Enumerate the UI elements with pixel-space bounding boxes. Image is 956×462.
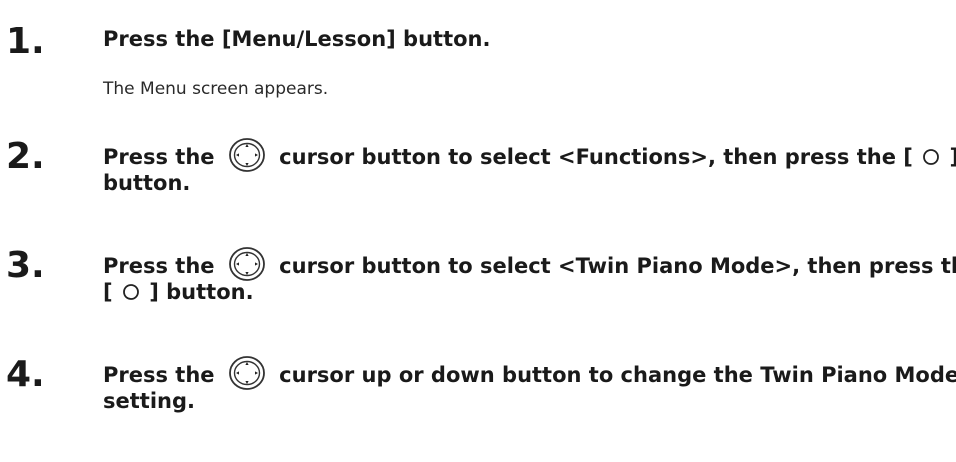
step-3: 3. Press the cursor button to select <Tw…: [0, 246, 956, 326]
instruction-text: ]: [949, 145, 956, 169]
circle-button-icon: [123, 284, 139, 300]
instruction-text: Press the: [103, 363, 215, 387]
step-instruction: Press the [Menu/Lesson] button.: [103, 27, 491, 51]
step-instruction-continued: [ ] button.: [103, 277, 953, 307]
instruction-text: cursor button to select <Functions>, the…: [279, 145, 913, 169]
instruction-text: Press the: [103, 145, 215, 169]
step-4: 4. Press the cursor up or down button to…: [0, 355, 956, 435]
instruction-text: [: [103, 280, 113, 304]
step-number: 4.: [6, 354, 45, 395]
step-2: 2. Press the cursor button to select <Fu…: [0, 137, 956, 217]
step-number: 3.: [6, 245, 45, 286]
step-instruction-continued: setting.: [103, 389, 195, 413]
step-1: 1. Press the [Menu/Lesson] button. The M…: [0, 22, 956, 112]
circle-button-icon: [923, 149, 940, 165]
step-number: 1.: [6, 21, 45, 62]
step-number: 2.: [6, 136, 45, 177]
instruction-text: cursor up or down button to change the T…: [279, 363, 956, 387]
instruction-text: Press the: [103, 254, 215, 278]
step-note: The Menu screen appears.: [103, 79, 329, 99]
step-instruction-continued: button.: [103, 171, 191, 195]
instruction-text: ] button.: [149, 280, 254, 304]
instruction-text: cursor button to select <Twin Piano Mode…: [279, 254, 956, 278]
